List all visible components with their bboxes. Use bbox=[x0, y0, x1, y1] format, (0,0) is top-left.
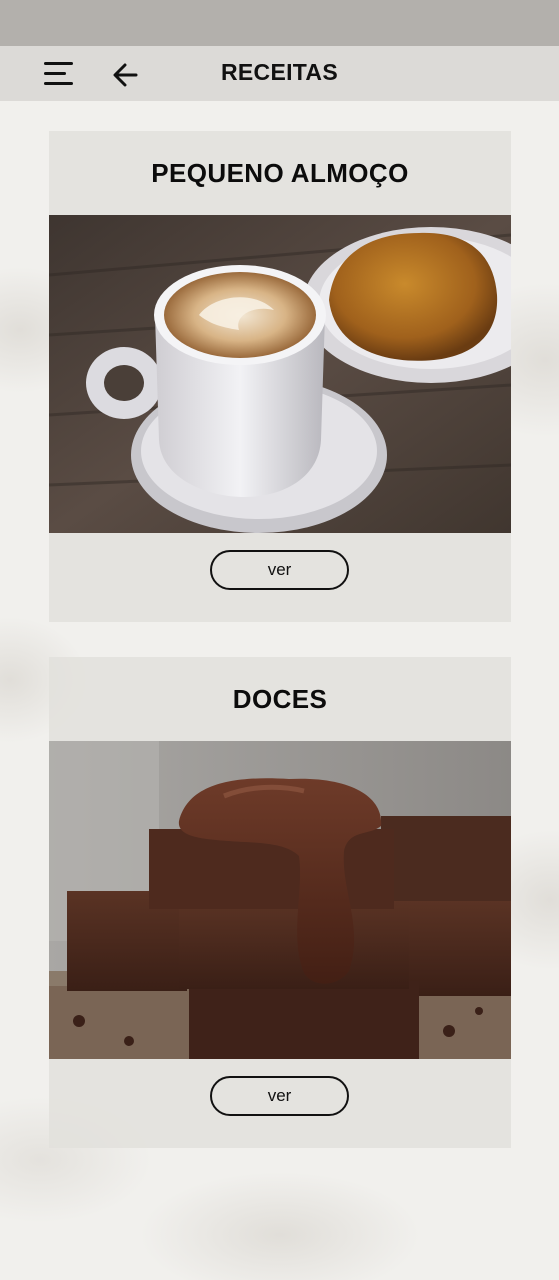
page-title: RECEITAS bbox=[221, 59, 338, 85]
chocolate-brownies-photo bbox=[49, 741, 511, 1059]
status-bar bbox=[0, 0, 559, 46]
recipe-category-card-sweets: DOCES ver bbox=[49, 657, 511, 1148]
card-title: DOCES bbox=[232, 684, 328, 714]
card-title: PEQUENO ALMOÇO bbox=[151, 158, 409, 188]
recipe-category-card-breakfast: PEQUENO ALMOÇO ver bbox=[49, 131, 511, 622]
coffee-and-pastry-photo bbox=[49, 215, 511, 533]
view-breakfast-button[interactable]: ver bbox=[210, 550, 349, 590]
app-bar: RECEITAS bbox=[0, 46, 559, 101]
view-sweets-button[interactable]: ver bbox=[210, 1076, 349, 1116]
